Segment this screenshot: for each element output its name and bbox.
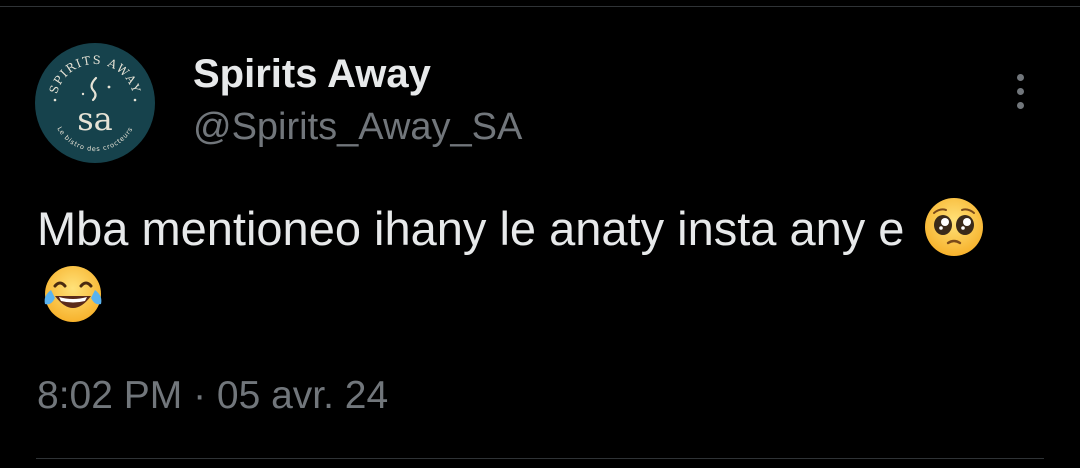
more-dot <box>1016 101 1024 109</box>
more-vertical-icon <box>1016 73 1024 81</box>
avatar[interactable]: SPIRITS AWAY Le bistro des crocteurs sa <box>34 42 156 164</box>
user-handle[interactable]: @Spirits_Away_SA <box>193 104 522 150</box>
spirits-away-logo-icon: SPIRITS AWAY Le bistro des crocteurs sa <box>35 43 155 163</box>
tweet-detail: SPIRITS AWAY Le bistro des crocteurs sa … <box>0 0 1080 468</box>
tweet-text: Mba mentioneo ihany le anaty insta any e <box>37 202 905 255</box>
logo-monogram: sa <box>77 100 113 138</box>
more-dot <box>1016 87 1024 95</box>
tweet-timestamp[interactable]: 8:02 PM · 05 avr. 24 <box>37 372 388 420</box>
face-with-tears-of-joy-emoji-icon <box>44 266 102 322</box>
more-options-button[interactable] <box>1000 66 1040 116</box>
top-divider <box>0 6 1080 7</box>
tweet-body: Mba mentioneo ihany le anaty insta any e <box>37 195 1047 329</box>
pleading-face-emoji-icon <box>924 198 983 256</box>
bottom-divider <box>36 458 1044 459</box>
display-name[interactable]: Spirits Away <box>193 50 431 98</box>
